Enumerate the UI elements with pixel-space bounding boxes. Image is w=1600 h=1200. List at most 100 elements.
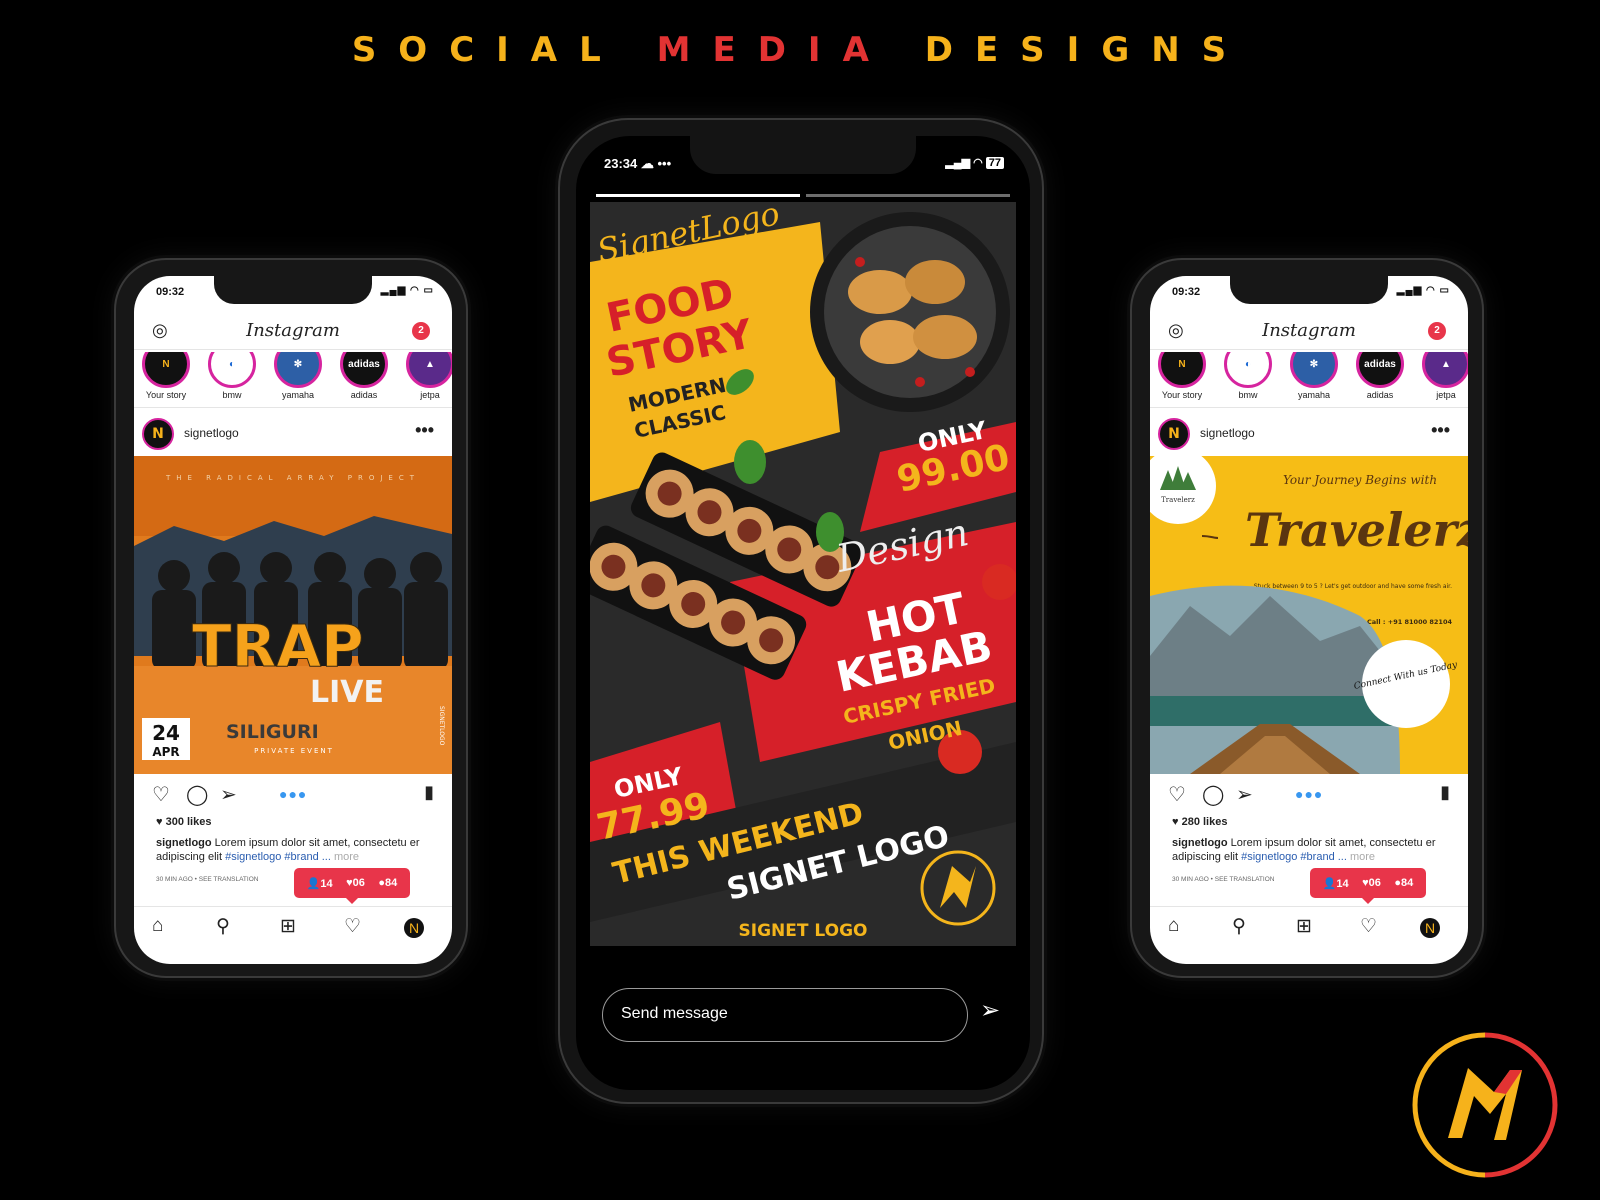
left-phone-screen: 09:32 ▂▄▆ ◠ ▭ ◎ Instagram 2 N Your story … bbox=[134, 276, 452, 964]
story-item[interactable]: N Your story bbox=[136, 352, 196, 400]
title-word-social: SOCIAL bbox=[351, 30, 623, 70]
story-item[interactable]: adidas adidas bbox=[1350, 352, 1410, 400]
bookmark-icon[interactable]: ▮ bbox=[1440, 782, 1450, 803]
share-icon[interactable]: ➢ bbox=[220, 782, 237, 807]
yamaha-logo-icon: ✻ bbox=[274, 352, 322, 388]
activity-notification[interactable]: 👤14 ♥06 ●84 bbox=[1310, 868, 1426, 898]
like-icon: ♥06 bbox=[1362, 877, 1381, 889]
post-username[interactable]: signetlogo bbox=[184, 426, 239, 440]
bmw-logo-icon: ◐ bbox=[1224, 352, 1272, 388]
status-time: 23:34 ☁ ••• bbox=[604, 156, 672, 171]
more-options-icon[interactable]: ••• bbox=[1431, 420, 1450, 441]
post-actions: ♡ ◯ ➢ ●●● ▮ bbox=[134, 780, 452, 810]
adidas-logo-icon: adidas bbox=[1356, 352, 1404, 388]
add-post-icon[interactable]: ⊞ bbox=[1296, 915, 1312, 938]
notification-badge[interactable]: 2 bbox=[1428, 322, 1446, 340]
like-icon: ♥06 bbox=[346, 877, 365, 889]
signal-wifi-battery-icon: ▂▄▆ ◠ ▭ bbox=[1396, 285, 1450, 296]
post-image-trap-live[interactable]: THE RADICAL ARRAY PROJECT TRAP LIVE SILI… bbox=[134, 456, 452, 774]
heart-icon[interactable]: ♡ bbox=[152, 782, 170, 807]
story-label: yamaha bbox=[281, 390, 315, 400]
post-username[interactable]: signetlogo bbox=[1200, 426, 1255, 440]
search-icon[interactable]: ⚲ bbox=[1232, 915, 1246, 938]
stories-row: N Your story ◐ bmw ✻ yamaha adidas adidas ▲ j… bbox=[1150, 352, 1468, 408]
story-item[interactable]: ◐ bmw bbox=[202, 352, 262, 400]
story-item[interactable]: N Your story bbox=[1152, 352, 1212, 400]
activity-heart-icon[interactable]: ♡ bbox=[1360, 915, 1377, 938]
caption-hashtags[interactable]: #signetlogo #brand ... bbox=[1241, 851, 1347, 863]
showcase: SOCIAL MEDIA DESIGNS 09:32 ▂▄▆ ◠ ▭ ◎ Ins… bbox=[0, 0, 1600, 1200]
send-message-input[interactable]: Send message bbox=[602, 988, 968, 1042]
comment-icon[interactable]: ◯ bbox=[1202, 782, 1224, 807]
title-word-designs: DESIGNS bbox=[924, 30, 1249, 70]
activity-heart-icon[interactable]: ♡ bbox=[344, 915, 361, 938]
profile-icon[interactable]: N bbox=[404, 918, 424, 938]
post-caption: signetlogo Lorem ipsum dolor sit amet, c… bbox=[156, 836, 436, 864]
activity-notification[interactable]: 👤14 ♥06 ●84 bbox=[294, 868, 410, 898]
story-label: jetpa bbox=[420, 390, 440, 400]
post-call: Call : +91 81000 82104 bbox=[1367, 618, 1452, 626]
bottom-navigation: ⌂ ⚲ ⊞ ♡ N bbox=[1150, 906, 1468, 946]
page-title: SOCIAL MEDIA DESIGNS bbox=[0, 30, 1600, 70]
profile-icon[interactable]: N bbox=[1420, 918, 1440, 938]
caption-more-link[interactable]: more bbox=[334, 851, 359, 863]
story-footer: SIGNET LOGO bbox=[739, 921, 868, 941]
stories-row: N Your story ◐ bmw ✻ yamaha adidas adidas ▲ j… bbox=[134, 352, 452, 408]
center-phone-screen: 23:34 ☁ ••• ▂▄▆ ◠ 77 SignetLogo FOOD STO… bbox=[576, 136, 1030, 1090]
share-icon[interactable]: ➢ bbox=[1236, 782, 1253, 807]
post-header: N signetlogo ••• bbox=[1150, 414, 1468, 454]
story-label: bmw bbox=[1238, 390, 1258, 400]
story-item[interactable]: ▲ jetpa bbox=[400, 352, 452, 400]
story-label: yamaha bbox=[1297, 390, 1331, 400]
caption-username[interactable]: signetlogo bbox=[156, 837, 212, 849]
send-icon[interactable]: ➢ bbox=[980, 996, 1000, 1025]
add-post-icon[interactable]: ⊞ bbox=[280, 915, 296, 938]
avatar[interactable]: N bbox=[142, 418, 174, 450]
signal-wifi-battery-icon: ▂▄▆ ◠ 77 bbox=[945, 156, 1004, 169]
home-icon[interactable]: ⌂ bbox=[1168, 915, 1179, 937]
battery-level: 77 bbox=[985, 157, 1004, 169]
app-logo: Instagram bbox=[246, 320, 340, 341]
follower-count: 14 bbox=[1336, 877, 1349, 890]
story-item[interactable]: ◐ bmw bbox=[1218, 352, 1278, 400]
story-item[interactable]: ✻ yamaha bbox=[1284, 352, 1344, 400]
caption-hashtags[interactable]: #signetlogo #brand ... bbox=[225, 851, 331, 863]
follower-count: 14 bbox=[320, 877, 333, 890]
right-phone: 09:32 ▂▄▆ ◠ ▭ ◎ Instagram 2 N Your story … bbox=[1130, 258, 1484, 978]
home-icon[interactable]: ⌂ bbox=[152, 915, 163, 937]
caption-username[interactable]: signetlogo bbox=[1172, 837, 1228, 849]
yamaha-logo-icon: ✻ bbox=[1290, 352, 1338, 388]
comment-icon[interactable]: ◯ bbox=[186, 782, 208, 807]
story-image-food[interactable]: SignetLogo FOOD STORY MODERN CLASSIC ONL… bbox=[590, 202, 1016, 946]
bookmark-icon[interactable]: ▮ bbox=[424, 782, 434, 803]
likes-count: ♥ 300 likes bbox=[156, 816, 212, 828]
likes-text: 300 likes bbox=[165, 816, 212, 828]
post-event: PRIVATE EVENT bbox=[254, 747, 334, 755]
like-count: 06 bbox=[1368, 877, 1381, 889]
status-time: 09:32 bbox=[156, 286, 185, 298]
caption-more-link[interactable]: more bbox=[1350, 851, 1375, 863]
story-item[interactable]: ✻ yamaha bbox=[268, 352, 328, 400]
status-time-text: 23:34 bbox=[604, 156, 638, 171]
likes-count: ♥ 280 likes bbox=[1172, 816, 1228, 828]
story-progress-segment bbox=[596, 194, 800, 197]
story-item[interactable]: adidas adidas bbox=[334, 352, 394, 400]
post-image-travelerz[interactable]: Travelerz Your Journey Begins with Trave… bbox=[1150, 456, 1468, 774]
signet-logo-icon: N bbox=[142, 352, 190, 388]
notification-badge[interactable]: 2 bbox=[412, 322, 430, 340]
status-time: 09:32 bbox=[1172, 286, 1201, 298]
story-label: adidas bbox=[350, 390, 378, 400]
status-bar: 09:32 ▂▄▆ ◠ ▭ bbox=[1150, 285, 1468, 304]
search-icon[interactable]: ⚲ bbox=[216, 915, 230, 938]
title-word-media: MEDIA bbox=[656, 30, 891, 70]
phone-notch bbox=[690, 136, 916, 174]
post-subtitle: LIVE bbox=[310, 675, 384, 710]
jetpa-logo-icon: ▲ bbox=[406, 352, 452, 388]
story-item[interactable]: ▲ jetpa bbox=[1416, 352, 1468, 400]
follower-icon: 👤14 bbox=[1322, 877, 1349, 890]
avatar[interactable]: N bbox=[1158, 418, 1190, 450]
story-label: jetpa bbox=[1436, 390, 1456, 400]
post-text: Stuck between 9 to 5 ? Let's get outdoor… bbox=[1254, 583, 1452, 590]
heart-icon[interactable]: ♡ bbox=[1168, 782, 1186, 807]
more-options-icon[interactable]: ••• bbox=[415, 420, 434, 441]
